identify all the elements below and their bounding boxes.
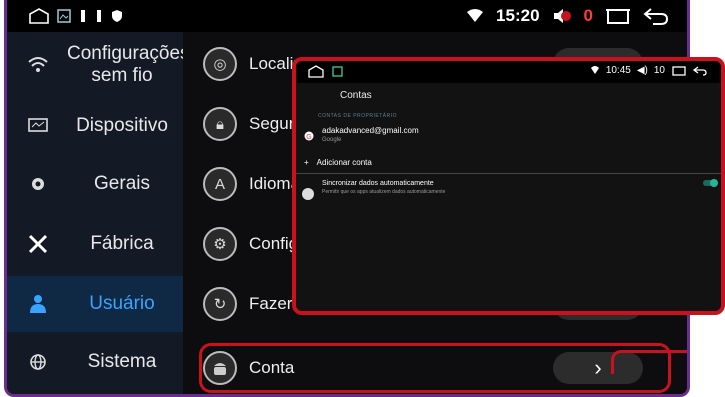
popup-account-email: adakadvanced@gmail.com (322, 126, 419, 135)
sidebar-item-general[interactable]: Gerais (7, 156, 183, 212)
sidebar-item-factory[interactable]: Fábrica (7, 216, 183, 272)
sidebar-item-wireless[interactable]: Configurações sem fio (7, 32, 190, 98)
sidebar-item-system[interactable]: Sistema (7, 334, 183, 390)
popup-status-right: 10:45 ◀) 10 (590, 65, 707, 76)
usb-icon-2 (97, 10, 101, 22)
status-time: 15:20 (496, 6, 540, 25)
lock-icon: 🔒︎ (203, 107, 237, 141)
popup-account-item[interactable]: G adakadvanced@gmail.com Google (296, 123, 721, 153)
status-bar: 15:20 0 (7, 0, 687, 32)
popup-status-volume: 10 (653, 65, 665, 76)
status-left-icons (29, 8, 123, 24)
back-icon[interactable] (693, 65, 707, 76)
google-icon: G (304, 131, 314, 141)
user-icon (27, 293, 49, 315)
highlight-box (199, 343, 671, 393)
popup-add-account-label: Adicionar conta (316, 158, 372, 167)
popup-sync-title: Sincronizar dados automaticamente (322, 180, 434, 187)
settings-sidebar: Configurações sem fio Dispositivo Gerais… (7, 32, 190, 394)
monitor-icon (27, 115, 49, 137)
popup-title: Contas (340, 90, 372, 101)
sidebar-item-label: Sistema (87, 351, 157, 372)
volume-level: 0 (583, 6, 593, 25)
recent-apps-icon[interactable] (671, 65, 687, 76)
accounts-popup: 10:45 ◀) 10 Contas CONTAS DE PROPRIETÁRI… (292, 57, 725, 315)
sidebar-item-label: Usuário (89, 293, 155, 314)
popup-status-time: 10:45 (605, 65, 631, 76)
back-icon[interactable] (643, 7, 669, 25)
popup-add-account[interactable]: + Adicionar conta (296, 153, 721, 174)
backup-icon: ↻ (203, 287, 237, 321)
popup-section-header: CONTAS DE PROPRIETÁRIO (318, 113, 397, 119)
status-right: 15:20 0 (466, 6, 669, 26)
settings-icon: ⚙ (203, 227, 237, 261)
popup-sync-subtitle: Permitir que os apps atualizem dados aut… (322, 189, 446, 195)
location-icon: ◎ (203, 47, 237, 81)
wifi-icon (27, 54, 49, 76)
recent-apps-icon[interactable] (605, 8, 631, 24)
shield-icon (112, 10, 122, 22)
sidebar-item-label: Gerais (94, 173, 150, 194)
volume-icon: ◀) (636, 65, 648, 76)
home-icon[interactable] (308, 65, 324, 78)
wifi-signal-icon (590, 66, 599, 74)
sidebar-item-label: Configurações sem fio (67, 43, 190, 86)
globe-icon (27, 351, 49, 373)
plus-icon: + (304, 158, 309, 167)
language-icon: A (203, 167, 237, 201)
sidebar-item-label: Dispositivo (76, 115, 168, 136)
usb-icon (81, 10, 85, 22)
wifi-signal-icon (467, 9, 484, 22)
sidebar-item-user[interactable]: Usuário (7, 276, 183, 332)
home-icon[interactable] (29, 8, 49, 24)
highlight-connector (611, 350, 687, 374)
toggle-knob (710, 179, 718, 187)
gallery-icon (57, 9, 71, 23)
sync-radio[interactable] (302, 188, 314, 200)
sidebar-item-device[interactable]: Dispositivo (7, 98, 183, 154)
gear-icon (27, 173, 49, 195)
popup-account-type: Google (322, 137, 342, 143)
sync-toggle[interactable] (703, 179, 718, 187)
gallery-icon (332, 66, 343, 77)
popup-sync-item[interactable]: Sincronizar dados automaticamente Permit… (296, 174, 721, 214)
sidebar-item-label: Fábrica (90, 233, 154, 254)
volume-icon[interactable] (552, 8, 572, 24)
popup-status-bar: 10:45 ◀) 10 (296, 61, 721, 83)
svg-text:G: G (306, 134, 311, 141)
tools-icon (27, 233, 49, 255)
